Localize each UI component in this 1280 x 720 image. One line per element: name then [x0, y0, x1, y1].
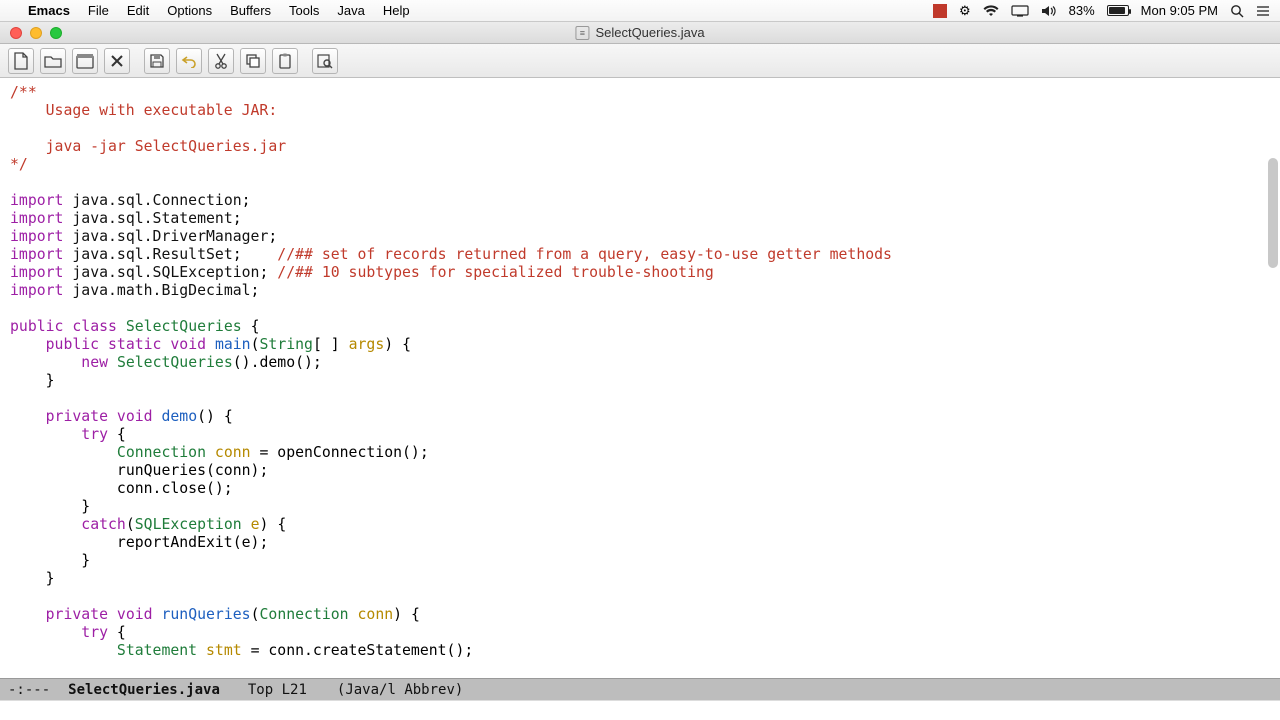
spotlight-icon[interactable] [1230, 4, 1244, 18]
keyword: try [81, 426, 108, 443]
menu-file[interactable]: File [88, 3, 109, 18]
keyword: private [46, 606, 108, 623]
modeline-mode: (Java/l Abbrev) [337, 682, 463, 698]
variable: stmt [206, 642, 242, 659]
comment-line: */ [10, 156, 28, 173]
system-prefs-icon[interactable]: ⚙︎ [959, 3, 971, 19]
import-path: java.math.BigDecimal [72, 282, 250, 299]
keyword: import [10, 210, 63, 227]
save-button[interactable] [144, 48, 170, 74]
copy-button[interactable] [240, 48, 266, 74]
import-path: java.sql.ResultSet [72, 246, 232, 263]
wifi-icon[interactable] [983, 5, 999, 17]
recording-indicator-icon[interactable] [933, 4, 947, 18]
display-icon[interactable] [1011, 5, 1029, 17]
keyword: public [10, 318, 63, 335]
code-text: = conn.createStatement(); [242, 642, 474, 659]
keyword: import [10, 228, 63, 245]
emacs-modeline[interactable]: -:--- SelectQueries.java Top L21 (Java/l… [0, 678, 1280, 700]
comment: //## set of records returned from a quer… [277, 246, 892, 263]
import-path: java.sql.SQLException [72, 264, 259, 281]
keyword: static [108, 336, 161, 353]
new-file-button[interactable] [8, 48, 34, 74]
method-name: demo [161, 408, 197, 425]
window-titlebar: ≡ SelectQueries.java [0, 22, 1280, 44]
emacs-toolbar [0, 44, 1280, 78]
scrollbar-thumb[interactable] [1268, 158, 1278, 268]
code-text: conn.close(); [117, 480, 233, 497]
window-close-button[interactable] [10, 27, 22, 39]
comment: //## 10 subtypes for specialized trouble… [277, 264, 714, 281]
close-buffer-button[interactable] [104, 48, 130, 74]
code-text: reportAndExit(e); [117, 534, 268, 551]
code-text: = openConnection(); [251, 444, 429, 461]
class-name: SelectQueries [126, 318, 242, 335]
comment-line: java -jar SelectQueries.jar [10, 138, 286, 155]
volume-icon[interactable] [1041, 5, 1057, 17]
dired-button[interactable] [72, 48, 98, 74]
code-text: ().demo(); [233, 354, 322, 371]
clock[interactable]: Mon 9:05 PM [1141, 3, 1218, 18]
menu-java[interactable]: Java [337, 3, 364, 18]
keyword: class [72, 318, 117, 335]
mac-menubar: Emacs File Edit Options Buffers Tools Ja… [0, 0, 1280, 22]
window-minimize-button[interactable] [30, 27, 42, 39]
code-text: runQueries(conn); [117, 462, 268, 479]
type: Connection [117, 444, 206, 461]
variable: args [349, 336, 385, 353]
import-path: java.sql.Connection [72, 192, 241, 209]
file-proxy-icon[interactable]: ≡ [575, 26, 589, 40]
keyword: import [10, 192, 63, 209]
emacs-minibuffer[interactable] [0, 700, 1280, 720]
open-file-button[interactable] [40, 48, 66, 74]
undo-button[interactable] [176, 48, 202, 74]
app-name[interactable]: Emacs [28, 3, 70, 18]
keyword: try [81, 624, 108, 641]
import-path: java.sql.Statement [72, 210, 232, 227]
keyword: void [117, 408, 153, 425]
window-zoom-button[interactable] [50, 27, 62, 39]
type: Statement [117, 642, 197, 659]
keyword: public [46, 336, 99, 353]
menu-buffers[interactable]: Buffers [230, 3, 271, 18]
keyword: void [170, 336, 206, 353]
keyword: import [10, 282, 63, 299]
paste-button[interactable] [272, 48, 298, 74]
cut-button[interactable] [208, 48, 234, 74]
variable: conn [215, 444, 251, 461]
menu-tools[interactable]: Tools [289, 3, 319, 18]
type: SelectQueries [117, 354, 233, 371]
keyword: import [10, 246, 63, 263]
variable: conn [358, 606, 394, 623]
keyword: new [81, 354, 108, 371]
keyword: private [46, 408, 108, 425]
method-name: runQueries [161, 606, 250, 623]
modeline-status: -:--- [8, 682, 50, 698]
keyword: catch [81, 516, 126, 533]
comment-line: /** [10, 84, 37, 101]
variable: e [251, 516, 260, 533]
modeline-position: Top L21 [248, 682, 307, 698]
menu-edit[interactable]: Edit [127, 3, 149, 18]
modeline-buffer-name: SelectQueries.java [68, 682, 220, 698]
menu-options[interactable]: Options [167, 3, 212, 18]
window-title: SelectQueries.java [595, 25, 704, 40]
search-button[interactable] [312, 48, 338, 74]
battery-percent: 83% [1069, 3, 1095, 18]
type: String [260, 336, 313, 353]
keyword: import [10, 264, 63, 281]
type: Connection [260, 606, 349, 623]
code-editor[interactable]: /** Usage with executable JAR: java -jar… [0, 78, 1280, 678]
battery-icon[interactable] [1107, 5, 1129, 16]
method-name: main [215, 336, 251, 353]
menu-help[interactable]: Help [383, 3, 410, 18]
comment-line: Usage with executable JAR: [10, 102, 277, 119]
notification-center-icon[interactable] [1256, 5, 1270, 17]
type: SQLException [135, 516, 242, 533]
import-path: java.sql.DriverManager [72, 228, 268, 245]
keyword: void [117, 606, 153, 623]
